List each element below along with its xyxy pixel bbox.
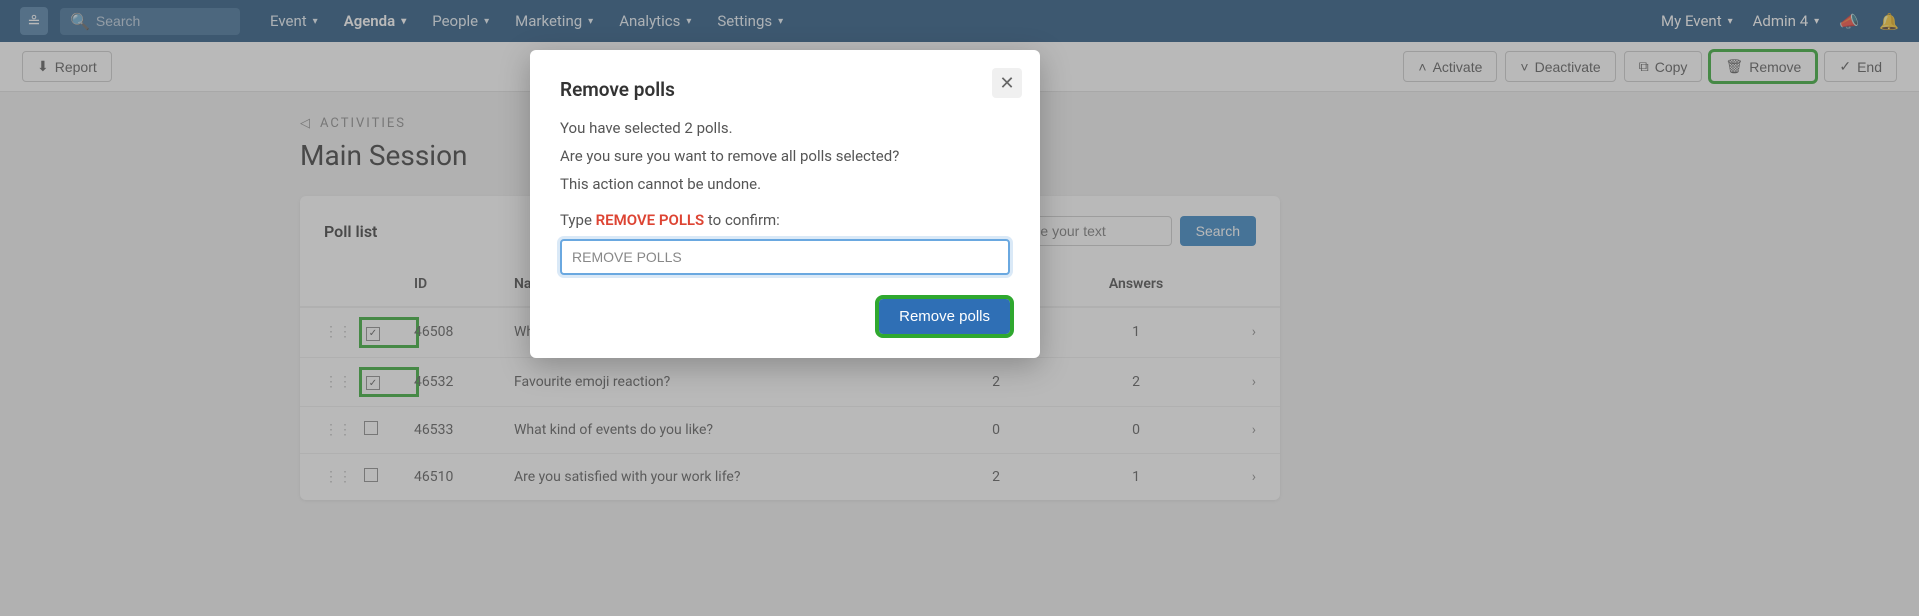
modal-text-line: Are you sure you want to remove all poll… [560,147,1010,165]
remove-polls-modal: ✕ Remove polls You have selected 2 polls… [530,50,1040,358]
modal-confirm-button[interactable]: Remove polls [879,299,1010,334]
modal-title: Remove polls [560,78,1010,101]
modal-confirm-input[interactable] [560,239,1010,275]
close-icon: ✕ [999,73,1014,94]
modal-text-line: You have selected 2 polls. [560,119,1010,137]
modal-text-line: This action cannot be undone. [560,175,1010,193]
modal-close-button[interactable]: ✕ [992,68,1022,98]
modal-confirm-label: Type REMOVE POLLS to confirm: [560,211,1010,229]
modal-body: You have selected 2 polls. Are you sure … [560,119,1010,275]
